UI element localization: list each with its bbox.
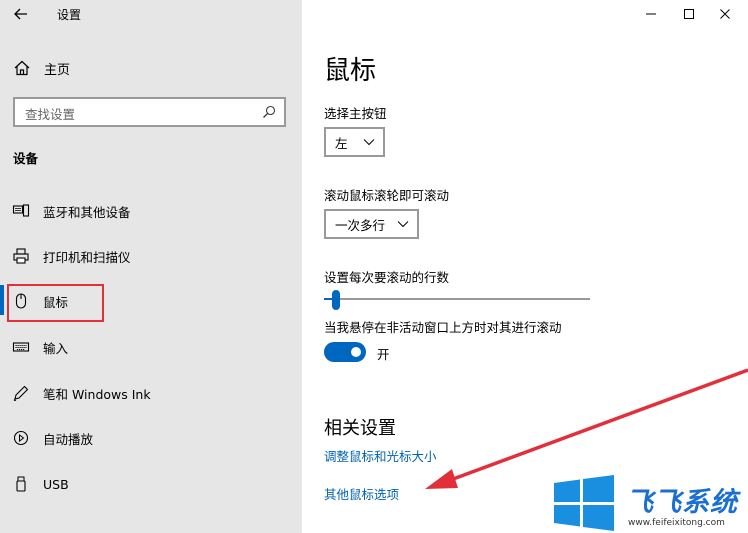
chevron-down-icon xyxy=(397,221,409,228)
scroll-mode-value: 一次多行 xyxy=(335,217,386,233)
inactive-scroll-label: 当我悬停在非活动窗口上方时对其进行滚动 xyxy=(324,320,562,335)
slider-track xyxy=(324,298,590,300)
sidebar-item-usb[interactable]: USB xyxy=(12,472,69,496)
back-arrow-icon xyxy=(14,8,27,20)
sidebar-item-typing[interactable]: 输入 xyxy=(12,335,68,359)
pen-icon xyxy=(12,384,30,402)
printer-icon xyxy=(12,247,30,265)
keyboard-icon xyxy=(12,338,30,356)
search-input[interactable]: 查找设置 xyxy=(13,97,286,127)
sidebar-item-autoplay[interactable]: 自动播放 xyxy=(12,426,93,450)
watermark-url: www.feifeixitong.com xyxy=(628,518,725,528)
chevron-down-icon xyxy=(363,139,375,146)
sidebar-item-bluetooth[interactable]: 蓝牙和其他设备 xyxy=(12,199,131,223)
sidebar-item-label: 蓝牙和其他设备 xyxy=(43,204,131,220)
sidebar-item-home[interactable]: 主页 xyxy=(13,57,70,79)
sidebar-item-label: 输入 xyxy=(43,340,69,356)
close-button[interactable] xyxy=(702,0,748,28)
annotation-highlight-box xyxy=(7,284,104,322)
sidebar-item-pen[interactable]: 笔和 Windows Ink xyxy=(12,381,151,405)
page-title: 鼠标 xyxy=(324,56,377,86)
primary-button-label: 选择主按钮 xyxy=(324,106,387,121)
windows-logo-icon xyxy=(554,475,614,531)
scroll-mode-dropdown[interactable]: 一次多行 xyxy=(324,209,419,239)
search-icon xyxy=(263,105,276,118)
inactive-scroll-toggle[interactable] xyxy=(324,342,366,362)
adjust-pointer-size-link[interactable]: 调整鼠标和光标大小 xyxy=(324,446,437,465)
slider-thumb[interactable] xyxy=(332,290,340,310)
primary-button-value: 左 xyxy=(335,135,348,151)
search-placeholder: 查找设置 xyxy=(25,107,76,122)
home-icon xyxy=(14,60,30,76)
window-title: 设置 xyxy=(57,8,82,22)
toggle-state-text: 开 xyxy=(377,347,390,362)
usb-icon xyxy=(12,475,30,493)
scroll-mode-label: 滚动鼠标滚轮即可滚动 xyxy=(324,188,450,203)
sidebar: 设置 主页 查找设置 设备 蓝牙和其他设备 打印机和扫描仪 鼠标 输入 笔和 W… xyxy=(0,0,302,533)
sidebar-item-label: 笔和 Windows Ink xyxy=(43,386,151,402)
maximize-icon xyxy=(684,9,694,19)
additional-mouse-options-link[interactable]: 其他鼠标选项 xyxy=(324,484,399,503)
back-button[interactable] xyxy=(10,3,32,25)
home-label: 主页 xyxy=(44,62,71,78)
scroll-lines-slider[interactable] xyxy=(324,290,590,310)
sidebar-item-label: 自动播放 xyxy=(43,431,94,447)
watermark-logo-text: 飞飞系统 xyxy=(626,487,738,518)
primary-button-dropdown[interactable]: 左 xyxy=(324,127,385,157)
toggle-knob xyxy=(351,347,361,357)
bluetooth-devices-icon xyxy=(12,202,30,220)
section-label-devices: 设备 xyxy=(13,151,39,166)
minimize-icon xyxy=(646,13,656,15)
sidebar-item-label: 打印机和扫描仪 xyxy=(43,249,131,265)
close-icon xyxy=(720,9,730,19)
related-settings-heading: 相关设置 xyxy=(324,418,396,439)
main-content: 鼠标 选择主按钮 左 滚动鼠标滚轮即可滚动 一次多行 设置每次要滚动的行数 当我… xyxy=(302,0,748,533)
active-indicator xyxy=(0,285,4,315)
watermark: 飞飞系统 www.feifeixitong.com xyxy=(548,472,748,533)
scroll-lines-label: 设置每次要滚动的行数 xyxy=(324,270,450,285)
sidebar-item-printers[interactable]: 打印机和扫描仪 xyxy=(12,244,131,268)
autoplay-icon xyxy=(12,429,30,447)
sidebar-item-label: USB xyxy=(43,476,69,492)
